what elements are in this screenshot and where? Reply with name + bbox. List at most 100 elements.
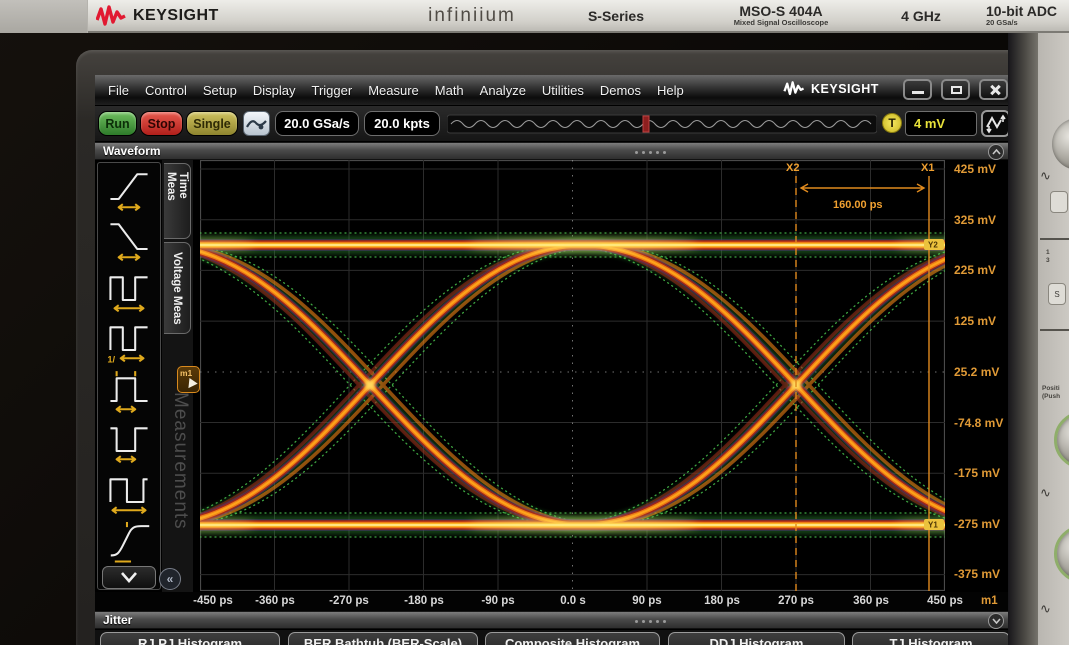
waveform-panel-header[interactable]: Waveform [95, 142, 1012, 160]
brand-name: KEYSIGHT [133, 7, 219, 25]
sine-symbol: ∿ [1040, 168, 1051, 184]
menu-control[interactable]: Control [145, 83, 187, 98]
duty-cycle-icon[interactable] [104, 469, 154, 516]
front-panel-button[interactable] [1050, 191, 1068, 213]
rj-pj-histogram-button[interactable]: RJ,PJ Histogram [100, 632, 280, 645]
bezel-branding: KEYSIGHT infiniium S-Series MSO-S 404A M… [96, 0, 1069, 31]
minimize-icon [912, 91, 924, 94]
close-button[interactable] [979, 79, 1008, 100]
front-panel-knob[interactable] [1052, 118, 1069, 170]
waveform-panel: 1/ [95, 160, 1012, 592]
front-panel-knob[interactable] [1054, 411, 1069, 469]
adc-label: 10-bit ADC [986, 4, 1069, 19]
sine-symbol: ∿ [1040, 485, 1051, 501]
menu-trigger[interactable]: Trigger [311, 83, 352, 98]
y-tick: -175 mV [954, 466, 1000, 480]
rise-time-icon[interactable] [104, 166, 154, 213]
menu-measure[interactable]: Measure [368, 83, 419, 98]
y-cursors[interactable]: Y2 Y1 [924, 239, 944, 530]
y-tick: 425 mV [954, 162, 996, 176]
adc-rate-label: 20 GSa/s [986, 19, 1069, 27]
period-icon[interactable] [104, 267, 154, 314]
keysight-spark-icon-white [783, 81, 805, 96]
front-panel-knob[interactable] [1054, 525, 1069, 583]
model-subtitle: Mixed Signal Oscilloscope [696, 19, 866, 27]
menu-help[interactable]: Help [657, 83, 684, 98]
tj-histogram-button[interactable]: TJ Histogram [852, 632, 1010, 645]
minimize-button[interactable] [903, 79, 932, 100]
bezel-right-edge [1008, 33, 1038, 645]
collapse-up-button[interactable] [988, 144, 1004, 160]
menu-display[interactable]: Display [253, 83, 296, 98]
product-name: infiniium [372, 5, 572, 27]
titlebar-brand-name: KEYSIGHT [811, 82, 879, 96]
oscilloscope: KEYSIGHT infiniium S-Series MSO-S 404A M… [0, 0, 1069, 645]
voltage-axis: 425 mV 325 mV 225 mV 125 mV 25.2 mV -74.… [948, 160, 1012, 591]
menu-bar: File Control Setup Display Trigger Measu… [95, 83, 684, 98]
x-tick: -270 ps [329, 595, 369, 607]
autoscale-button[interactable] [981, 110, 1010, 137]
run-button[interactable]: Run [98, 111, 137, 136]
menu-file[interactable]: File [108, 83, 129, 98]
jitter-panel-header[interactable]: Jitter [95, 611, 1012, 629]
x-tick: -90 ps [481, 595, 514, 607]
instrument-bezel: KEYSIGHT infiniium S-Series MSO-S 404A M… [0, 0, 1069, 33]
autoscale-icon [984, 113, 1007, 134]
marker-m1-handle[interactable]: m1 [177, 366, 200, 393]
maximize-icon [951, 86, 962, 94]
cursor-y2-label: Y2 [928, 241, 938, 250]
fall-time-icon[interactable] [104, 216, 154, 263]
tab-voltage-meas[interactable]: Voltage Meas [164, 242, 191, 334]
front-panel-button[interactable]: S [1048, 283, 1066, 305]
single-button[interactable]: Single [186, 111, 238, 136]
positive-width-icon[interactable] [104, 368, 154, 415]
collapse-sidebar-button[interactable]: « [159, 568, 181, 590]
trigger-level-field[interactable]: 4 mV [905, 111, 977, 136]
eye-diagram-plot[interactable]: X2 X1 160.00 ps Y2 Y1 [200, 160, 945, 591]
marker-m1-axis-label: m1 [981, 595, 998, 607]
y-tick: -74.8 mV [954, 416, 1003, 430]
sample-rate-field[interactable]: 20.0 GSa/s [275, 111, 359, 136]
tab-time-meas[interactable]: Time Meas [164, 163, 191, 239]
maximize-button[interactable] [941, 79, 970, 100]
ber-bathtub-button[interactable]: BER Bathtub (BER-Scale) [288, 632, 478, 645]
x-tick: -180 ps [404, 595, 444, 607]
y-tick: 225 mV [954, 263, 996, 277]
menu-setup[interactable]: Setup [203, 83, 237, 98]
collapse-down-button[interactable] [988, 613, 1004, 629]
negative-width-icon[interactable] [104, 418, 154, 465]
toolbar: Run Stop Single 20.0 GSa/s 20.0 kpts T 4… [95, 106, 1012, 142]
acquisition-overview-strip[interactable] [447, 114, 877, 134]
menu-demos[interactable]: Demos [600, 83, 641, 98]
frequency-icon[interactable]: 1/ [104, 317, 154, 364]
memory-depth-field[interactable]: 20.0 kpts [364, 111, 440, 136]
trigger-indicator: T [882, 113, 902, 133]
panel-drag-handle[interactable] [635, 151, 638, 154]
jitter-panel-title: Jitter [95, 613, 132, 627]
composite-histogram-button[interactable]: Composite Histogram [485, 632, 660, 645]
x-tick: -360 ps [255, 595, 295, 607]
more-measurements-button[interactable] [102, 566, 156, 589]
title-bar: File Control Setup Display Trigger Measu… [95, 75, 1012, 106]
edge-transition-icon[interactable] [104, 519, 154, 564]
y-tick: 125 mV [954, 314, 996, 328]
stop-button[interactable]: Stop [140, 111, 183, 136]
panel-divider [1040, 238, 1069, 240]
menu-analyze[interactable]: Analyze [480, 83, 526, 98]
ddj-histogram-button[interactable]: DDJ Histogram [668, 632, 845, 645]
trigger-position-marker [643, 116, 649, 132]
position-label: Positi(Push [1042, 385, 1060, 401]
x-tick: 450 ps [927, 595, 963, 607]
touch-button[interactable] [243, 111, 270, 136]
x-tick: 180 ps [704, 595, 740, 607]
bezel-shadow [0, 0, 88, 33]
menu-utilities[interactable]: Utilities [542, 83, 584, 98]
cursor-delta-arrow [801, 184, 924, 192]
model-block: MSO-S 404A Mixed Signal Oscilloscope [696, 4, 866, 27]
panel-divider [1040, 329, 1069, 331]
menu-math[interactable]: Math [435, 83, 464, 98]
panel-text: 13 [1046, 249, 1050, 265]
sine-symbol: ∿ [1040, 601, 1051, 617]
panel-drag-handle[interactable] [635, 620, 638, 623]
keysight-spark-icon [96, 5, 126, 27]
